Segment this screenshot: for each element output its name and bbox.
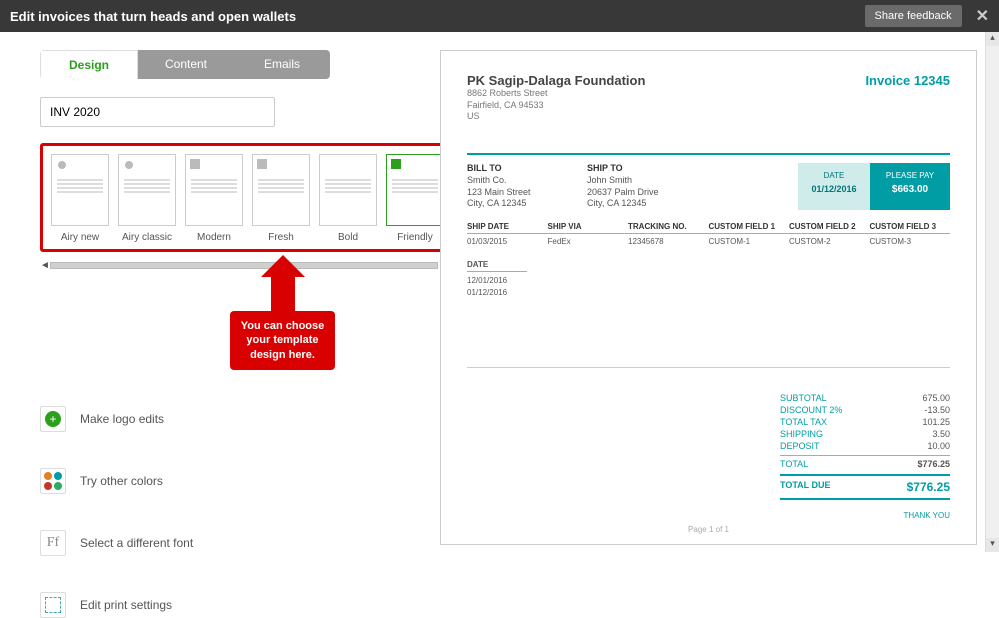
option-font[interactable]: Ff Select a different font [40, 530, 440, 556]
palette-icon [44, 472, 62, 490]
invoice-number: Invoice 12345 [865, 73, 950, 123]
option-label: Make logo edits [80, 412, 164, 426]
template-label: Friendly [386, 232, 444, 243]
tab-design[interactable]: Design [40, 50, 138, 79]
thank-you: THANK YOU [903, 511, 950, 520]
annotation-callout: You can choose your template design here… [230, 277, 335, 370]
template-modern[interactable]: Modern [185, 154, 243, 243]
window-titlebar: Edit invoices that turn heads and open w… [0, 0, 999, 32]
design-panel: Design Content Emails Airy new Airy clas… [0, 32, 440, 557]
vertical-scrollbar[interactable]: ▴ ▾ [985, 32, 999, 552]
template-name-input[interactable] [40, 97, 275, 127]
page-indicator: Page 1 of 1 [688, 525, 729, 534]
date-box: DATE01/12/2016 [798, 163, 870, 210]
template-friendly[interactable]: Friendly [386, 154, 444, 243]
scroll-up-icon[interactable]: ▴ [986, 32, 999, 46]
tab-content[interactable]: Content [138, 50, 234, 79]
print-settings-icon [45, 597, 61, 613]
share-feedback-button[interactable]: Share feedback [865, 5, 962, 27]
option-label: Edit print settings [80, 598, 172, 612]
option-label: Try other colors [80, 474, 163, 488]
option-logo[interactable]: + Make logo edits [40, 406, 440, 432]
option-label: Select a different font [80, 536, 193, 550]
window-title: Edit invoices that turn heads and open w… [10, 9, 296, 24]
template-label: Bold [319, 232, 377, 243]
scroll-down-icon[interactable]: ▾ [986, 538, 999, 552]
totals-block: SUBTOTAL675.00 DISCOUNT 2%-13.50 TOTAL T… [780, 392, 950, 500]
font-icon: Ff [47, 535, 59, 551]
callout-text: You can choose your template design here… [230, 311, 335, 370]
detail-columns: SHIP DATE01/03/2015 SHIP VIAFedEx TRACKI… [467, 222, 950, 246]
please-pay-box: PLEASE PAY$663.00 [870, 163, 950, 210]
chevron-left-icon[interactable]: ◄ [40, 260, 50, 271]
tab-emails[interactable]: Emails [234, 50, 330, 79]
template-bold[interactable]: Bold [319, 154, 377, 243]
plus-icon: + [45, 411, 61, 427]
template-airy-new[interactable]: Airy new [51, 154, 109, 243]
date-list: DATE 12/01/2016 01/12/2016 [467, 260, 527, 297]
tab-bar: Design Content Emails [40, 50, 330, 79]
template-airy-classic[interactable]: Airy classic [118, 154, 176, 243]
template-label: Airy classic [118, 232, 176, 243]
template-picker: Airy new Airy classic Modern Fresh Bold … [40, 143, 448, 252]
invoice-preview: PK Sagip-Dalaga Foundation 8862 Roberts … [440, 50, 977, 545]
option-colors[interactable]: Try other colors [40, 468, 440, 494]
company-name: PK Sagip-Dalaga Foundation [467, 73, 645, 88]
option-print[interactable]: Edit print settings [40, 592, 440, 618]
template-label: Fresh [252, 232, 310, 243]
company-address: 8862 Roberts StreetFairfield, CA 94533US [467, 88, 645, 123]
billto-label: BILL TO [467, 163, 587, 173]
template-label: Modern [185, 232, 243, 243]
shipto-label: SHIP TO [587, 163, 707, 173]
template-scrollbar[interactable]: ◄ ► [40, 260, 448, 271]
arrow-up-icon [261, 255, 305, 277]
template-fresh[interactable]: Fresh [252, 154, 310, 243]
template-label: Airy new [51, 232, 109, 243]
close-icon[interactable]: ✕ [976, 6, 989, 26]
